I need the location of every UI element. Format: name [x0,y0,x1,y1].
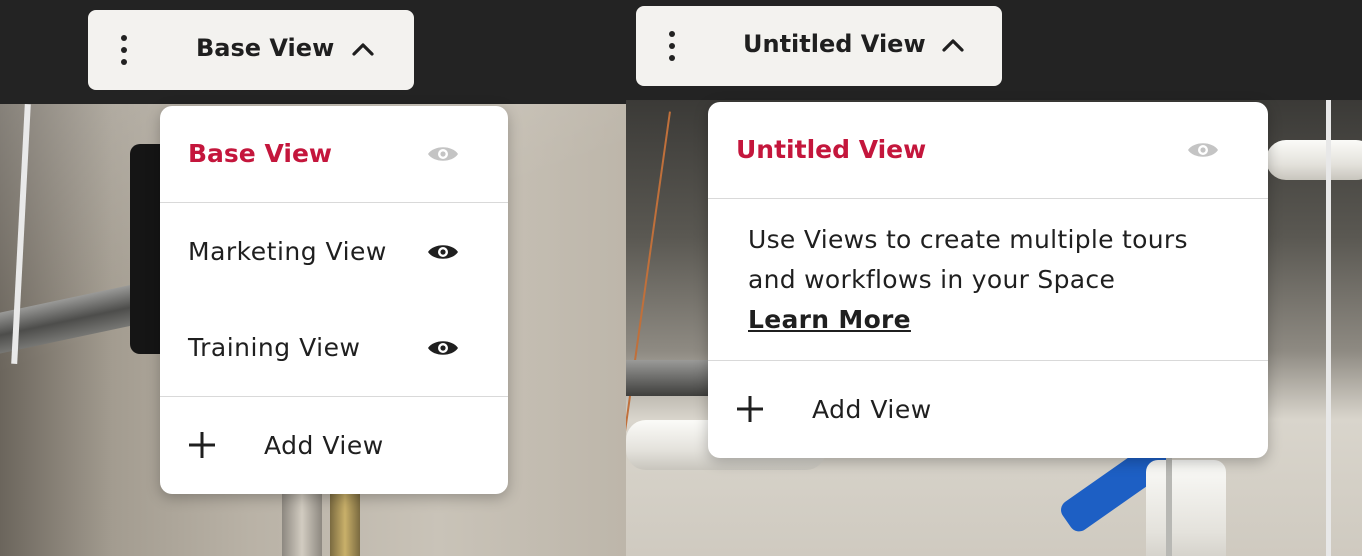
kebab-menu-icon[interactable] [660,31,684,61]
view-selector[interactable]: Base View [88,10,414,90]
active-view-label[interactable]: Untitled View [736,135,926,164]
left-panel: Base View Base View Marketing View Train… [0,0,626,556]
learn-more-link[interactable]: Learn More [748,300,1188,340]
chevron-up-icon [352,43,374,56]
right-panel: Untitled View Untitled View Use Views to… [626,0,1362,556]
plus-icon[interactable] [187,430,217,460]
views-info-text: Use Views to create multiple tours and w… [748,220,1188,340]
add-view-button[interactable]: Add View [812,395,932,424]
view-selector-title: Base View [196,34,335,62]
divider [160,396,508,397]
info-line-1: Use Views to create multiple tours [748,225,1188,254]
views-dropdown: Untitled View Use Views to create multip… [708,102,1268,458]
view-selector-title: Untitled View [743,30,926,58]
chevron-up-icon [942,39,964,52]
info-line-2: and workflows in your Space [748,265,1116,294]
active-view-label[interactable]: Base View [188,139,332,168]
view-selector[interactable]: Untitled View [636,6,1002,86]
eye-icon[interactable] [426,337,460,359]
add-view-button[interactable]: Add View [264,431,384,460]
eye-icon[interactable] [1186,139,1220,161]
view-item-training[interactable]: Training View [188,333,360,362]
divider [708,360,1268,361]
eye-icon[interactable] [426,143,460,165]
views-dropdown: Base View Marketing View Training View A… [160,106,508,494]
kebab-menu-icon[interactable] [112,35,136,65]
divider [160,202,508,203]
plus-icon[interactable] [735,394,765,424]
divider [708,198,1268,199]
eye-icon[interactable] [426,241,460,263]
view-item-marketing[interactable]: Marketing View [188,237,387,266]
